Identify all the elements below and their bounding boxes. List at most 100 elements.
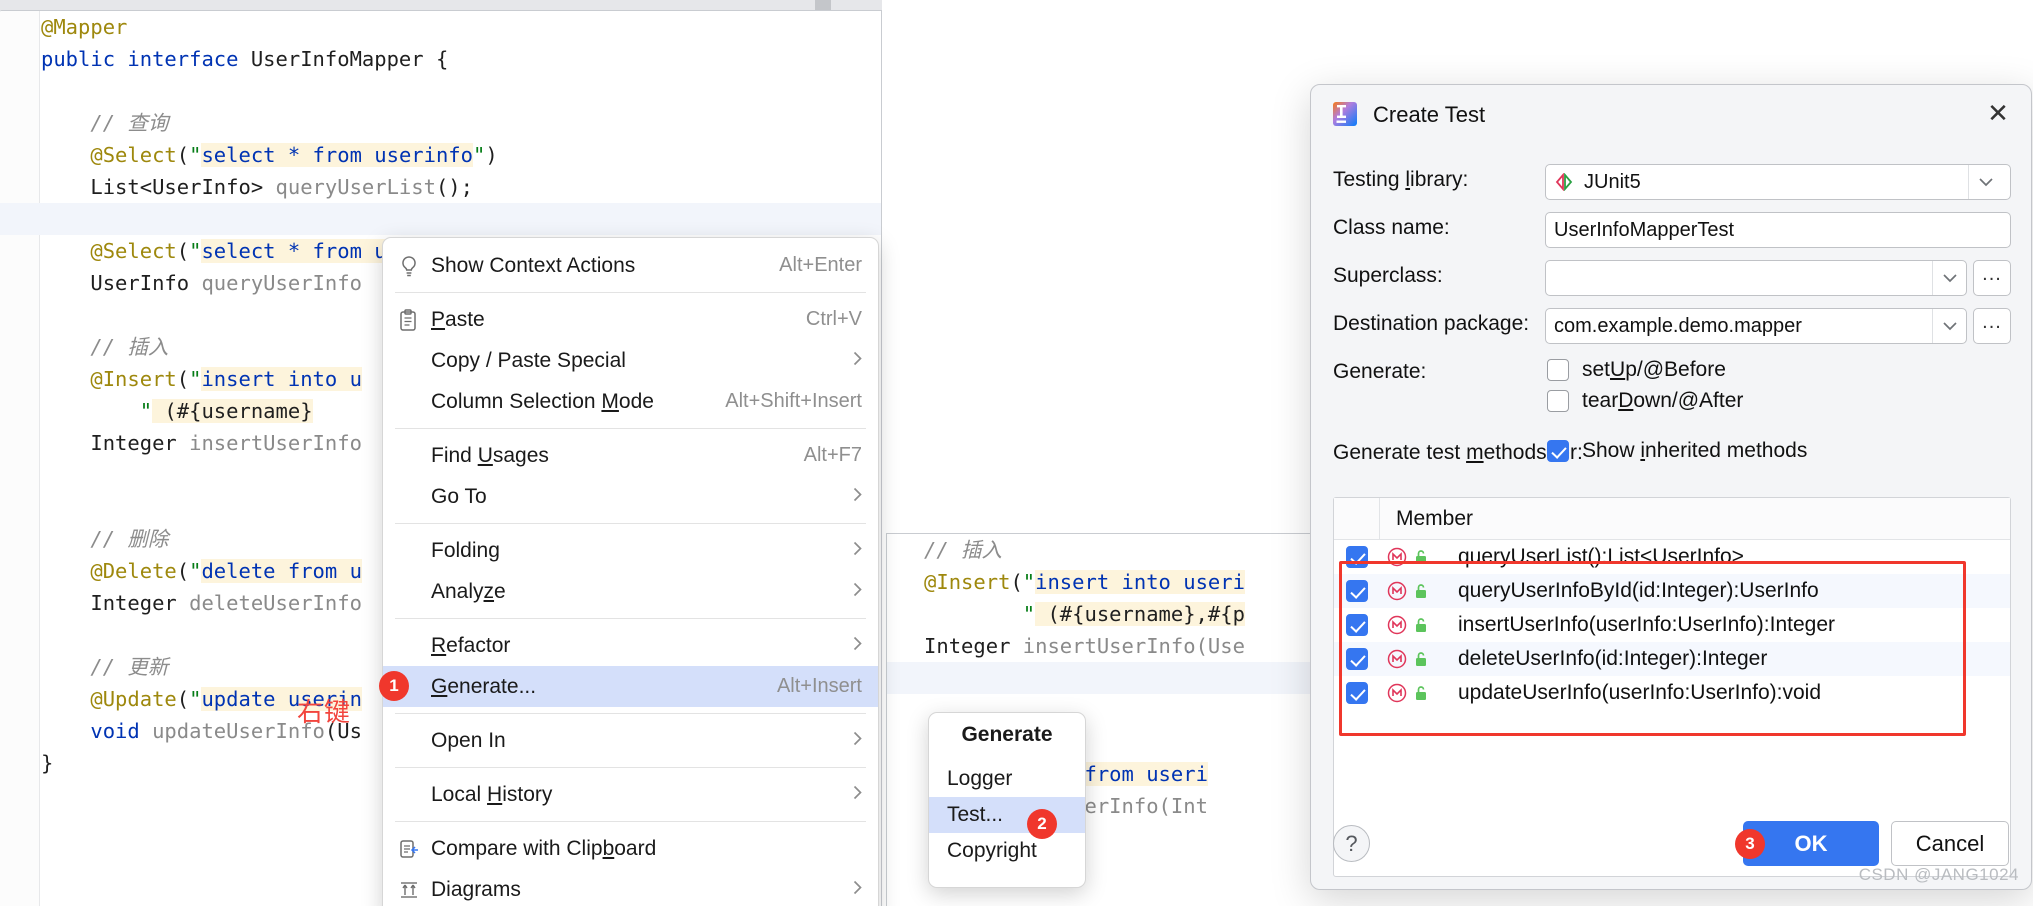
show-inherited-checkbox[interactable] <box>1547 440 1569 462</box>
context-menu-item-label: Compare with Clipboard <box>431 836 657 860</box>
generate-popup-item[interactable]: Copyright <box>929 833 1085 869</box>
teardown-after-checkbox[interactable] <box>1547 390 1569 412</box>
generate-test-methods-label: Generate test methods for: <box>1333 441 1583 464</box>
code-token: " <box>189 367 202 391</box>
context-menu-item[interactable]: Go To <box>383 476 878 517</box>
code-token: @Insert <box>90 367 177 391</box>
code-line <box>0 203 881 235</box>
testing-library-value: JUnit5 <box>1584 170 1641 193</box>
context-menu-item[interactable]: Copy / Paste Special <box>383 340 878 381</box>
context-menu-item[interactable]: Refactor <box>383 625 878 666</box>
step-badge-3: 3 <box>1735 829 1765 859</box>
clipboard-icon <box>399 308 431 331</box>
context-menu-item-label: Copy / Paste Special <box>431 348 626 372</box>
context-menu-item[interactable]: Local History <box>383 774 878 815</box>
generate-popup-item[interactable]: Logger <box>929 761 1085 797</box>
setup-before-checkbox-row[interactable]: setUp/@Before <box>1547 358 1726 382</box>
editor-context-menu[interactable]: Show Context Actions Alt+Enter Paste Ctrl+V… <box>379 237 879 906</box>
dialog-footer: ? 3 OK Cancel CSDN @JANG1024 <box>1311 801 2031 889</box>
member-row[interactable]: queryUserList():List<UserInfo> <box>1334 540 2010 574</box>
help-icon[interactable]: ? <box>1333 825 1370 862</box>
generate-popup-list: Logger Test... 2 Copyright <box>929 761 1085 869</box>
context-menu-item[interactable]: Open In <box>383 720 878 761</box>
context-menu-item[interactable]: Show Context Actions Alt+Enter <box>383 245 878 286</box>
generate-popup-item[interactable]: Test... 2 <box>929 797 1085 839</box>
generate-popup[interactable]: Generate Logger Test... 2 Copyright <box>928 712 1086 888</box>
context-menu-item[interactable]: Paste Ctrl+V <box>383 299 878 340</box>
menu-separator <box>395 618 866 619</box>
chevron-down-icon[interactable] <box>1932 309 1966 343</box>
code-token: insertUserInfo(Use <box>1022 634 1245 658</box>
ok-button[interactable]: 3 OK <box>1735 821 1879 866</box>
code-token: @Insert <box>924 570 1011 594</box>
member-row[interactable]: updateUserInfo(userInfo:UserInfo):void <box>1334 676 2010 710</box>
member-row[interactable]: insertUserInfo(userInfo:UserInfo):Intege… <box>1334 608 2010 642</box>
setup-before-checkbox[interactable] <box>1547 359 1569 381</box>
cancel-button[interactable]: Cancel <box>1891 821 2009 866</box>
testing-library-label: Testing library: <box>1333 168 1469 191</box>
member-row-checkbox[interactable] <box>1346 580 1368 602</box>
superclass-combo[interactable] <box>1545 260 1967 296</box>
context-menu-item[interactable]: Column Selection Mode Alt+Shift+Insert <box>383 381 878 422</box>
code-token: deleteUserInfo <box>189 591 362 615</box>
teardown-options-row: tearDown/@After <box>1311 387 2031 423</box>
chevron-down-icon[interactable] <box>1932 261 1966 295</box>
code-token: select * from userinfo <box>201 143 473 167</box>
chevron-right-icon <box>853 486 862 508</box>
destination-package-combo[interactable]: com.example.demo.mapper <box>1545 308 1967 344</box>
show-inherited-checkbox-row[interactable]: Show inherited methods <box>1547 439 1807 463</box>
member-header-checkbox-column <box>1334 498 1380 539</box>
method-icon <box>1384 614 1410 636</box>
member-row-checkbox[interactable] <box>1346 648 1368 670</box>
member-row[interactable]: deleteUserInfo(id:Integer):Integer <box>1334 642 2010 676</box>
context-menu-item-label: Column Selection Mode <box>431 389 654 413</box>
member-list-rows: queryUserList():List<UserInfo> queryUserI… <box>1334 540 2010 710</box>
annotation-right-click: 右键 <box>297 698 352 728</box>
method-icon <box>1384 546 1410 568</box>
superclass-browse-button[interactable]: ... <box>1973 260 2011 296</box>
member-row[interactable]: queryUserInfoById(id:Integer):UserInfo <box>1334 574 2010 608</box>
member-row-checkbox[interactable] <box>1346 682 1368 704</box>
code-token: " <box>189 559 202 583</box>
destination-package-value: com.example.demo.mapper <box>1554 314 1802 337</box>
generate-options-label: Generate: <box>1333 360 1427 383</box>
class-name-input[interactable]: UserInfoMapperTest <box>1545 212 2011 248</box>
member-row-checkbox[interactable] <box>1346 546 1368 568</box>
context-menu-item[interactable]: Compare with Clipboard <box>383 828 878 869</box>
teardown-after-checkbox-row[interactable]: tearDown/@After <box>1547 389 1743 413</box>
code-token: @Delete <box>90 559 177 583</box>
context-menu-item[interactable]: Generate... Alt+Insert 1 <box>379 666 878 707</box>
code-token: ( <box>176 367 190 391</box>
member-row-checkbox[interactable] <box>1346 614 1368 636</box>
dialog-title: Create Test <box>1373 102 1486 127</box>
chevron-right-icon <box>853 350 862 372</box>
context-menu-item[interactable]: Diagrams <box>383 869 878 906</box>
code-token: " <box>473 143 486 167</box>
testing-library-combo[interactable]: JUnit5 <box>1545 164 2011 200</box>
context-menu-item[interactable]: Analyze <box>383 571 878 612</box>
close-icon[interactable]: ✕ <box>1983 98 2013 128</box>
menu-separator <box>395 713 866 714</box>
destination-package-browse-button[interactable]: ... <box>1973 308 2011 344</box>
code-token: " <box>139 399 153 423</box>
code-token: // 删除 <box>90 527 169 551</box>
context-menu-item[interactable]: Find Usages Alt+F7 <box>383 435 878 476</box>
code-token: " <box>1022 570 1036 594</box>
chevron-down-icon[interactable] <box>1968 165 2002 199</box>
chevron-right-icon <box>853 784 862 806</box>
intellij-idea-icon <box>1332 101 1358 127</box>
code-token: // 插入 <box>924 538 1003 562</box>
code-line: // 插入 <box>887 534 1310 566</box>
code-token: ( <box>176 239 190 263</box>
code-token: ( <box>176 143 190 167</box>
context-menu-item[interactable]: Folding <box>383 530 878 571</box>
